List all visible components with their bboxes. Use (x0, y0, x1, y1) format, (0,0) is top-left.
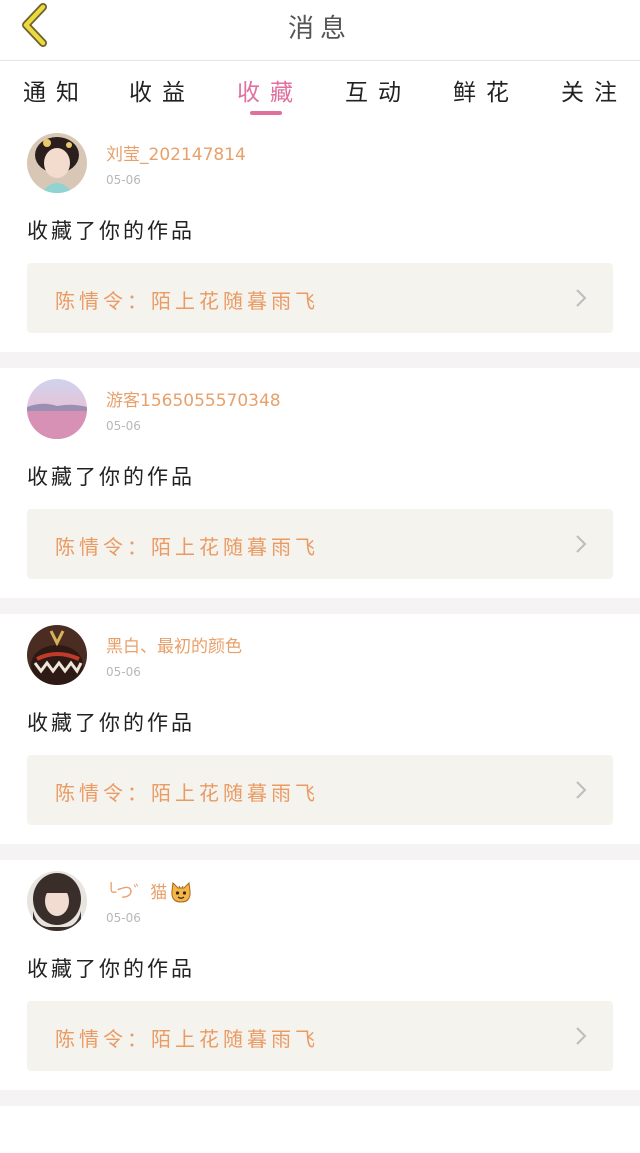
action-text: 收藏了你的作品 (27, 219, 195, 243)
user-name[interactable]: 刘莹_202147814 (106, 140, 246, 165)
timestamp: 05-06 (106, 911, 141, 925)
tab-earnings[interactable]: 收益 (112, 73, 212, 107)
divider (0, 352, 640, 368)
chevron-right-icon (576, 289, 587, 307)
messages-screen: 消息 通知 收益 收藏 互动 鲜花 关注 刘莹_202147814 05-06 … (0, 0, 640, 1153)
action-text: 收藏了你的作品 (27, 957, 195, 981)
tab-flowers[interactable]: 鲜花 (436, 73, 536, 107)
user-name-text: ╰つ゛猫 (106, 883, 168, 903)
chevron-right-icon (576, 535, 587, 553)
work-link[interactable]: 陈情令：陌上花随暮雨飞 (27, 509, 613, 579)
timestamp: 05-06 (106, 173, 141, 187)
work-link[interactable]: 陈情令：陌上花随暮雨飞 (27, 755, 613, 825)
list-item: 黑白、最初的颜色 05-06 收藏了你的作品 陈情令：陌上花随暮雨飞 (0, 614, 640, 844)
work-link[interactable]: 陈情令：陌上花随暮雨飞 (27, 263, 613, 333)
tab-notifications[interactable]: 通知 (6, 73, 106, 107)
cat-emoji-icon (171, 882, 191, 903)
page-title: 消息 (287, 14, 352, 44)
user-name[interactable]: ╰つ゛猫 (106, 878, 193, 904)
divider (0, 844, 640, 860)
action-text: 收藏了你的作品 (27, 465, 195, 489)
avatar[interactable] (27, 379, 87, 439)
tab-favorites[interactable]: 收藏 (220, 73, 320, 107)
avatar[interactable] (27, 871, 87, 931)
divider (0, 1090, 640, 1106)
tab-interactions[interactable]: 互动 (328, 73, 428, 107)
work-link[interactable]: 陈情令：陌上花随暮雨飞 (27, 1001, 613, 1071)
tab-bar: 通知 收益 收藏 互动 鲜花 关注 (0, 61, 640, 121)
user-name[interactable]: 黑白、最初的颜色 (106, 632, 242, 657)
list-item: 游客1565055570348 05-06 收藏了你的作品 陈情令：陌上花随暮雨… (0, 368, 640, 598)
list-item: ╰つ゛猫 05-06 收藏了你的作品 陈情令：陌上花随暮雨飞 (0, 860, 640, 1090)
top-bar: 消息 (0, 0, 640, 61)
work-title: 陈情令：陌上花随暮雨飞 (55, 535, 319, 559)
action-text: 收藏了你的作品 (27, 711, 195, 735)
chevron-right-icon (576, 1027, 587, 1045)
timestamp: 05-06 (106, 419, 141, 433)
timestamp: 05-06 (106, 665, 141, 679)
tab-following[interactable]: 关注 (544, 73, 640, 107)
work-title: 陈情令：陌上花随暮雨飞 (55, 1027, 319, 1051)
chevron-right-icon (576, 781, 587, 799)
avatar[interactable] (27, 625, 87, 685)
work-title: 陈情令：陌上花随暮雨飞 (55, 781, 319, 805)
active-tab-indicator (250, 111, 282, 115)
divider (0, 598, 640, 614)
favorites-list: 刘莹_202147814 05-06 收藏了你的作品 陈情令：陌上花随暮雨飞 游… (0, 122, 640, 1106)
list-item: 刘莹_202147814 05-06 收藏了你的作品 陈情令：陌上花随暮雨飞 (0, 122, 640, 352)
user-name[interactable]: 游客1565055570348 (106, 386, 281, 411)
avatar[interactable] (27, 133, 87, 193)
work-title: 陈情令：陌上花随暮雨飞 (55, 289, 319, 313)
